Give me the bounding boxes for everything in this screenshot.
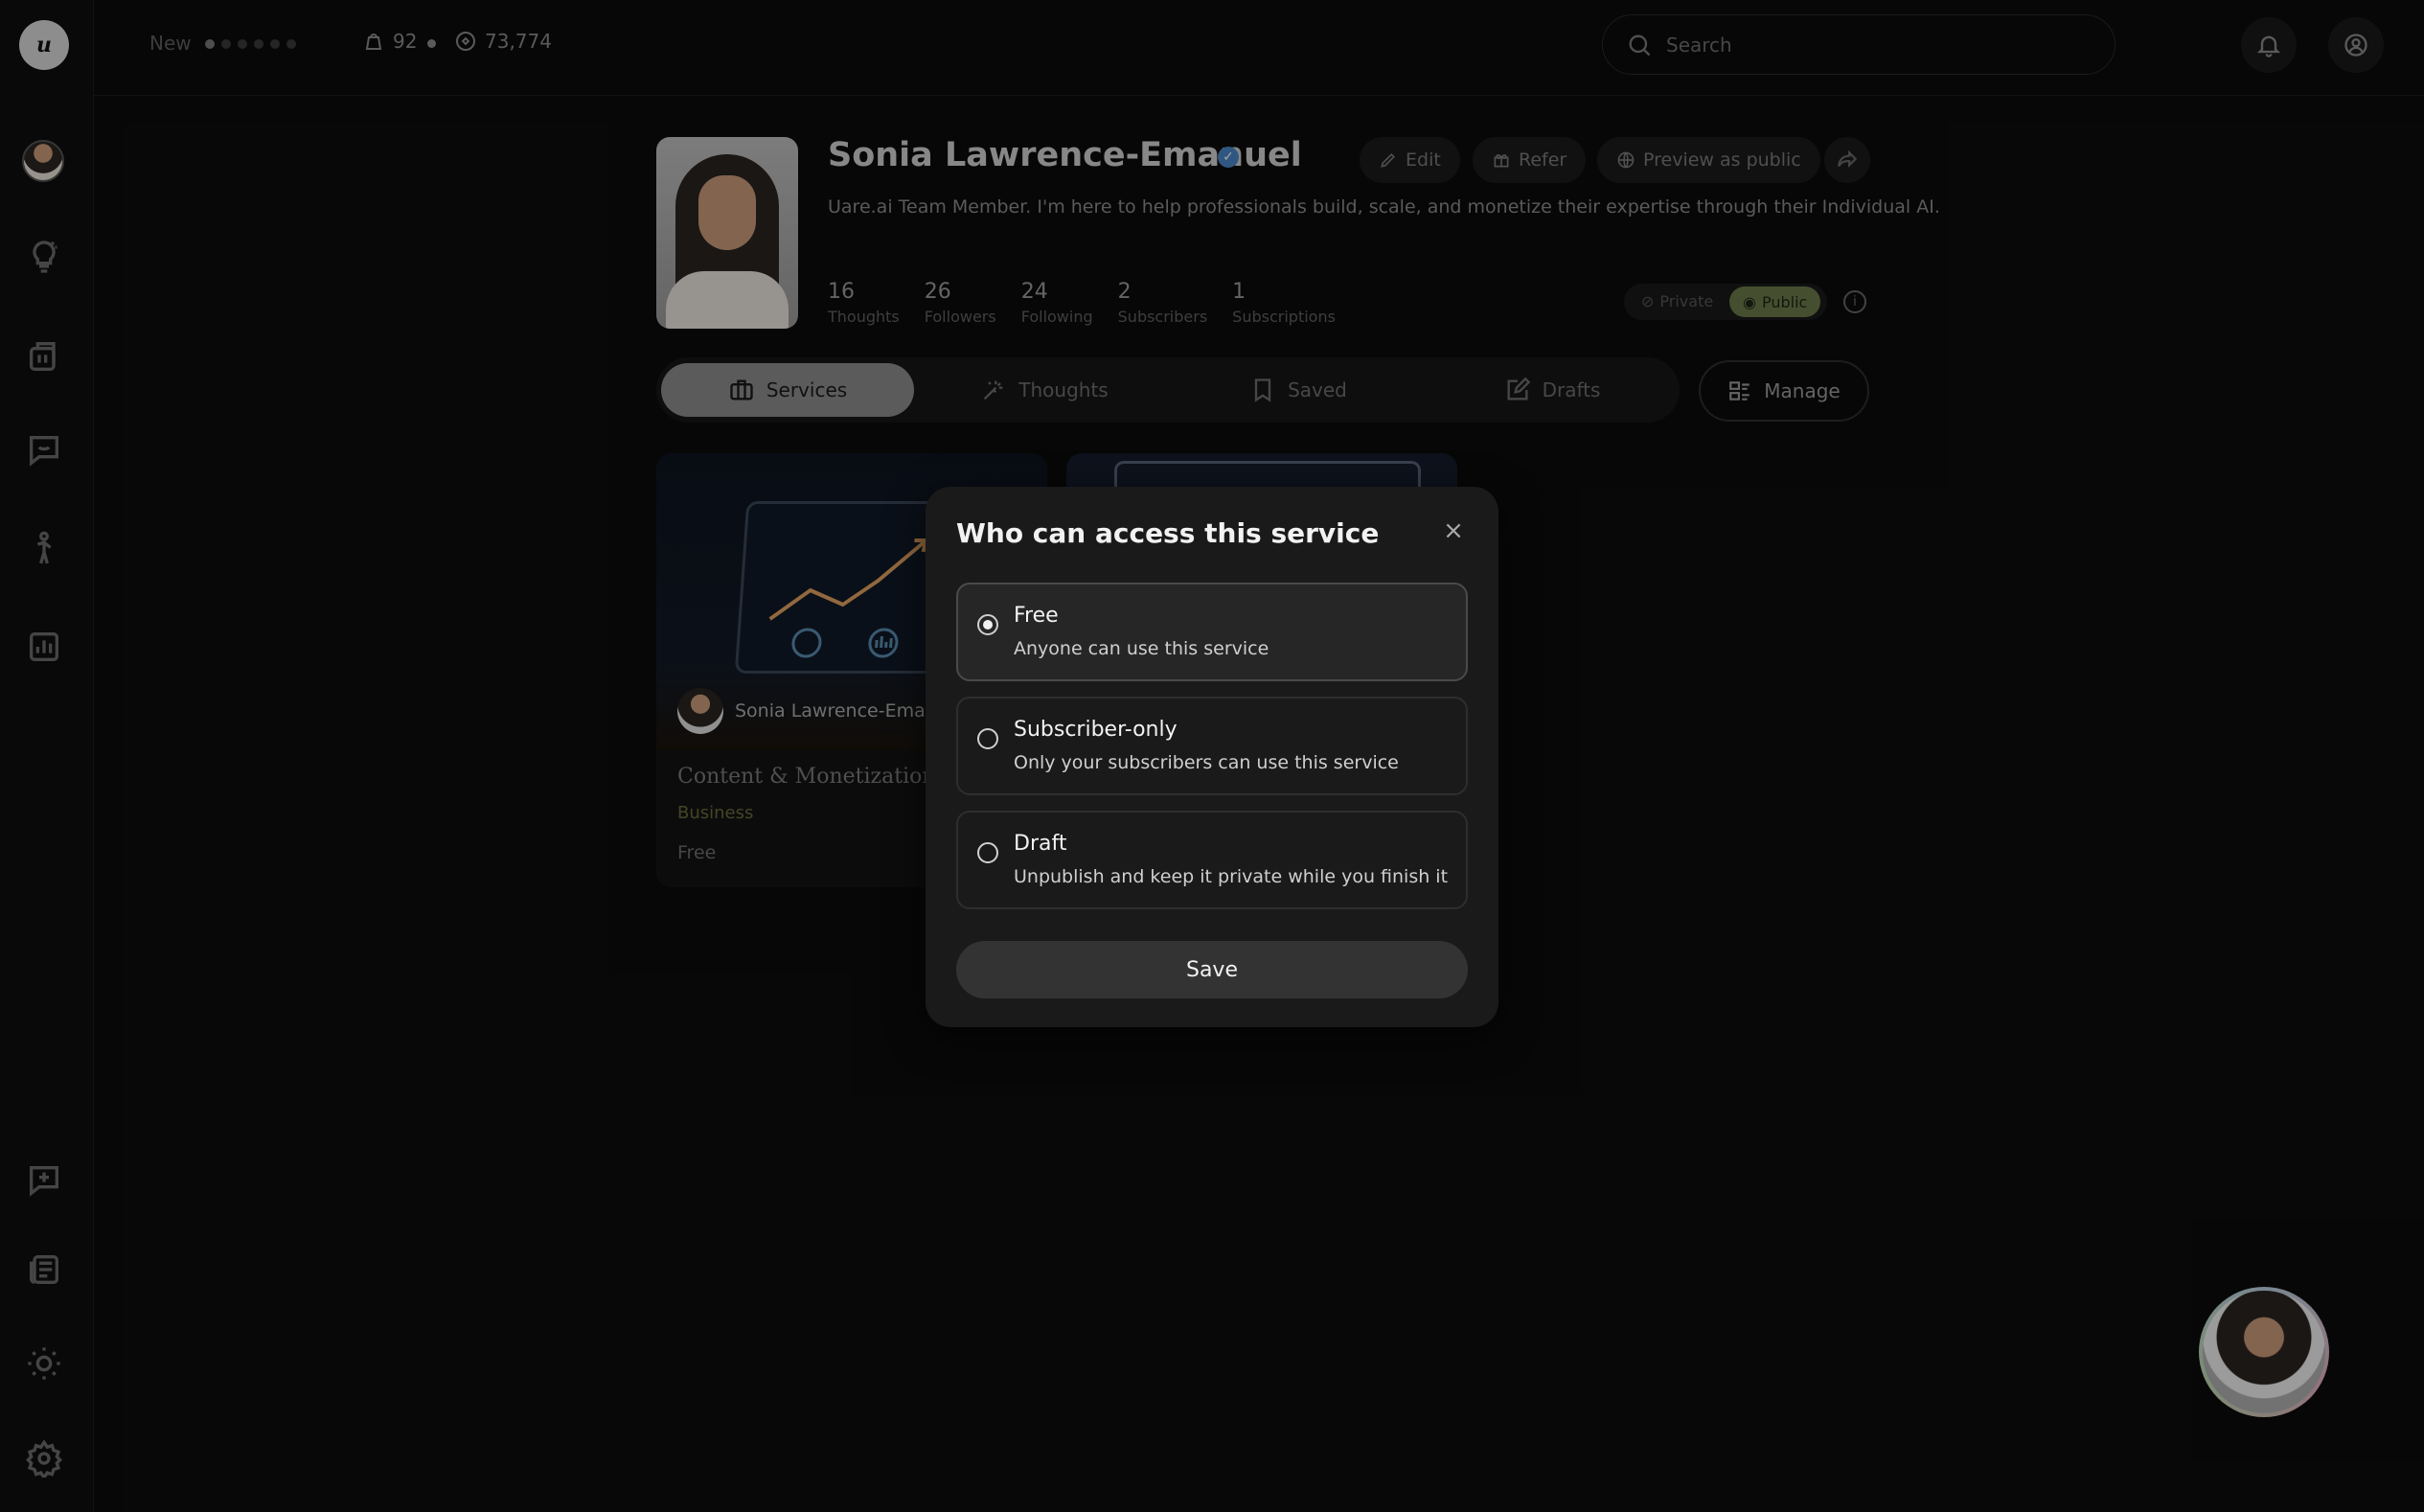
save-button[interactable]: Save [956, 941, 1468, 998]
option-draft[interactable]: Draft Unpublish and keep it private whil… [956, 811, 1468, 909]
modal-title: Who can access this service [956, 517, 1380, 549]
app-root: u New 92 73,774 Search Sonia Lawrence-Em… [0, 0, 2424, 1512]
option-title: Free [1014, 604, 1059, 628]
close-icon[interactable]: × [1440, 516, 1467, 545]
option-description: Anyone can use this service [1014, 638, 1269, 659]
option-free[interactable]: Free Anyone can use this service [956, 583, 1468, 681]
radio-subscriber-only[interactable] [977, 728, 998, 749]
option-subscriber-only[interactable]: Subscriber-only Only your subscribers ca… [956, 697, 1468, 795]
option-description: Unpublish and keep it private while you … [1014, 866, 1449, 887]
radio-free[interactable] [977, 614, 998, 635]
option-title: Draft [1014, 832, 1067, 856]
radio-draft[interactable] [977, 842, 998, 863]
option-title: Subscriber-only [1014, 718, 1178, 742]
access-modal: Who can access this service × Free Anyon… [926, 487, 1498, 1027]
option-description: Only your subscribers can use this servi… [1014, 752, 1399, 773]
